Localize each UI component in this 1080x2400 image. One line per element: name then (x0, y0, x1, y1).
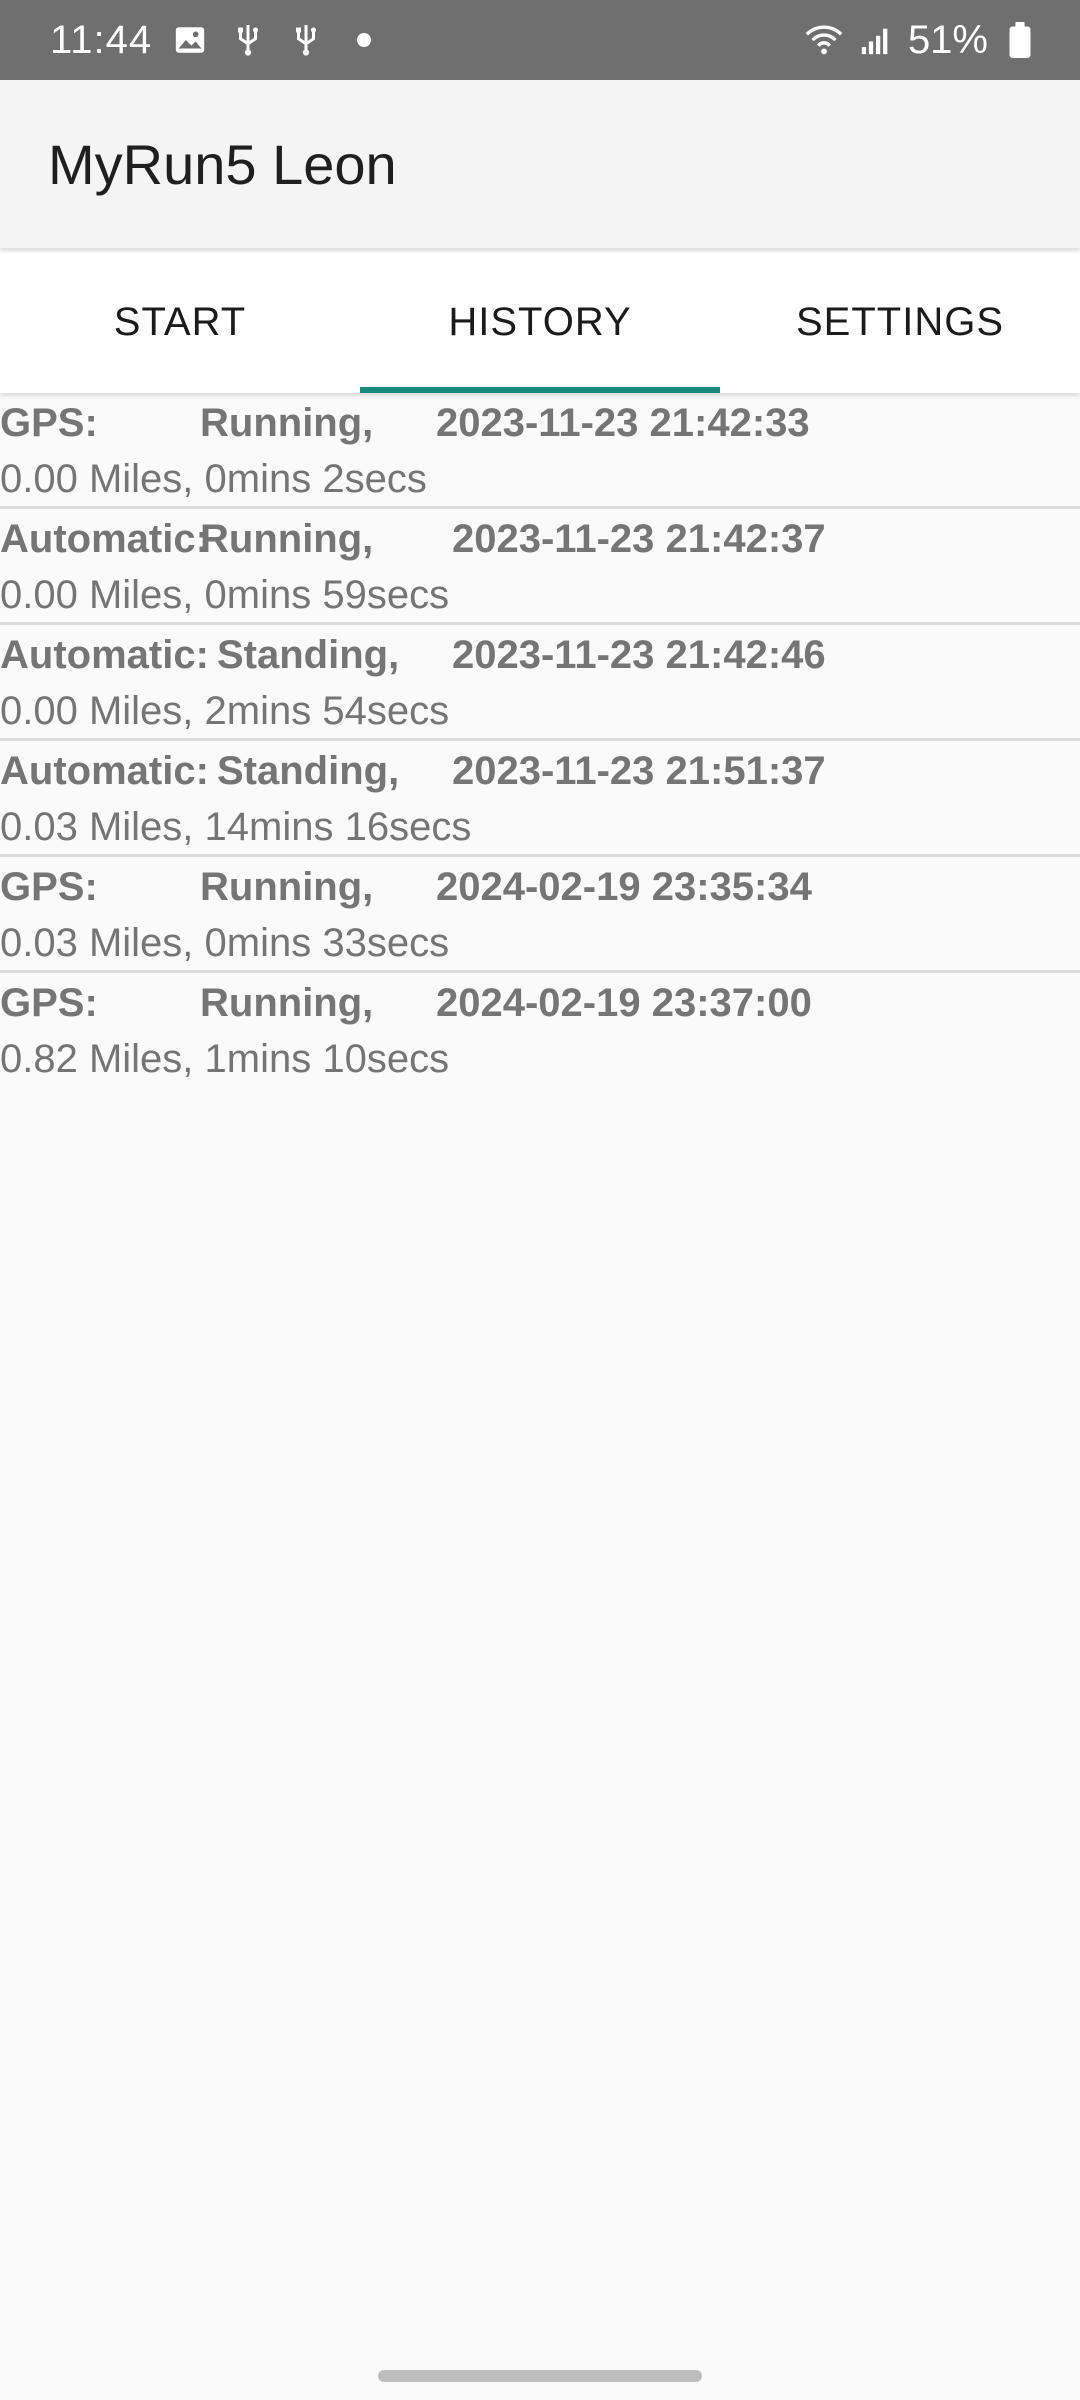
list-item[interactable]: Automatic: Running, 2023-11-23 21:42:37 … (0, 509, 1080, 625)
entry-header: Automatic: Standing, 2023-11-23 21:42:46 (0, 633, 1080, 683)
entry-datetime: 2023-11-23 21:51:37 (452, 749, 826, 793)
entry-activity: Standing, (217, 633, 400, 677)
battery-percent: 51% (907, 17, 988, 62)
entry-summary: 0.00 Miles, 0mins 2secs (0, 457, 427, 501)
list-item[interactable]: Automatic: Standing, 2023-11-23 21:51:37… (0, 741, 1080, 857)
entry-type: GPS: (0, 865, 98, 909)
entry-summary: 0.00 Miles, 2mins 54secs (0, 689, 450, 733)
entry-header: GPS: Running, 2024-02-19 23:35:34 (0, 865, 1080, 915)
list-item[interactable]: GPS: Running, 2023-11-23 21:42:33 0.00 M… (0, 393, 1080, 509)
entry-type: GPS: (0, 981, 98, 1025)
list-item[interactable]: Automatic: Standing, 2023-11-23 21:42:46… (0, 625, 1080, 741)
entry-datetime: 2024-02-19 23:37:00 (436, 981, 812, 1025)
list-item[interactable]: GPS: Running, 2024-02-19 23:37:00 0.82 M… (0, 973, 1080, 1089)
wifi-icon (804, 20, 844, 60)
entry-summary: 0.03 Miles, 0mins 33secs (0, 921, 450, 965)
entry-header: GPS: Running, 2023-11-23 21:42:33 (0, 401, 1080, 451)
app-bar: MyRun5 Leon (0, 80, 1080, 248)
entry-summary: 0.82 Miles, 1mins 10secs (0, 1037, 450, 1081)
entry-activity: Running, (200, 401, 374, 445)
entry-summary: 0.00 Miles, 0mins 59secs (0, 573, 450, 617)
tab-settings[interactable]: SETTINGS (720, 251, 1080, 393)
entry-header: Automatic: Running, 2023-11-23 21:42:37 (0, 517, 1080, 567)
list-item[interactable]: GPS: Running, 2024-02-19 23:35:34 0.03 M… (0, 857, 1080, 973)
status-right: 51% (804, 18, 1040, 63)
entry-type: GPS: (0, 401, 98, 445)
status-left: 11:44 (50, 18, 384, 63)
tab-bar: START HISTORY SETTINGS (0, 251, 1080, 393)
entry-datetime: 2023-11-23 21:42:37 (452, 517, 826, 561)
entry-datetime: 2023-11-23 21:42:46 (452, 633, 826, 677)
entry-type: Automatic: (0, 749, 209, 793)
signal-icon (856, 20, 896, 60)
entry-type: Automatic: (0, 517, 209, 561)
entry-activity: Running, (200, 517, 374, 561)
app-title: MyRun5 Leon (48, 132, 397, 196)
entry-activity: Running, (200, 981, 374, 1025)
entry-datetime: 2024-02-19 23:35:34 (436, 865, 812, 909)
entry-header: Automatic: Standing, 2023-11-23 21:51:37 (0, 749, 1080, 799)
battery-icon (1000, 20, 1040, 60)
tab-history[interactable]: HISTORY (360, 251, 720, 393)
usb-icon (228, 20, 268, 60)
dot-icon (344, 20, 384, 60)
screen: 11:44 51% MyRun5 Leon START HISTORY SETT… (0, 0, 1080, 2400)
entry-activity: Running, (200, 865, 374, 909)
history-list: GPS: Running, 2023-11-23 21:42:33 0.00 M… (0, 393, 1080, 1089)
home-indicator[interactable] (378, 2370, 702, 2382)
entry-activity: Standing, (217, 749, 400, 793)
entry-header: GPS: Running, 2024-02-19 23:37:00 (0, 981, 1080, 1031)
status-bar: 11:44 51% (0, 0, 1080, 80)
image-icon (170, 20, 210, 60)
entry-type: Automatic: (0, 633, 209, 677)
entry-summary: 0.03 Miles, 14mins 16secs (0, 805, 472, 849)
entry-datetime: 2023-11-23 21:42:33 (436, 401, 810, 445)
status-time: 11:44 (50, 17, 153, 62)
usb-icon (286, 20, 326, 60)
tab-start[interactable]: START (0, 251, 360, 393)
